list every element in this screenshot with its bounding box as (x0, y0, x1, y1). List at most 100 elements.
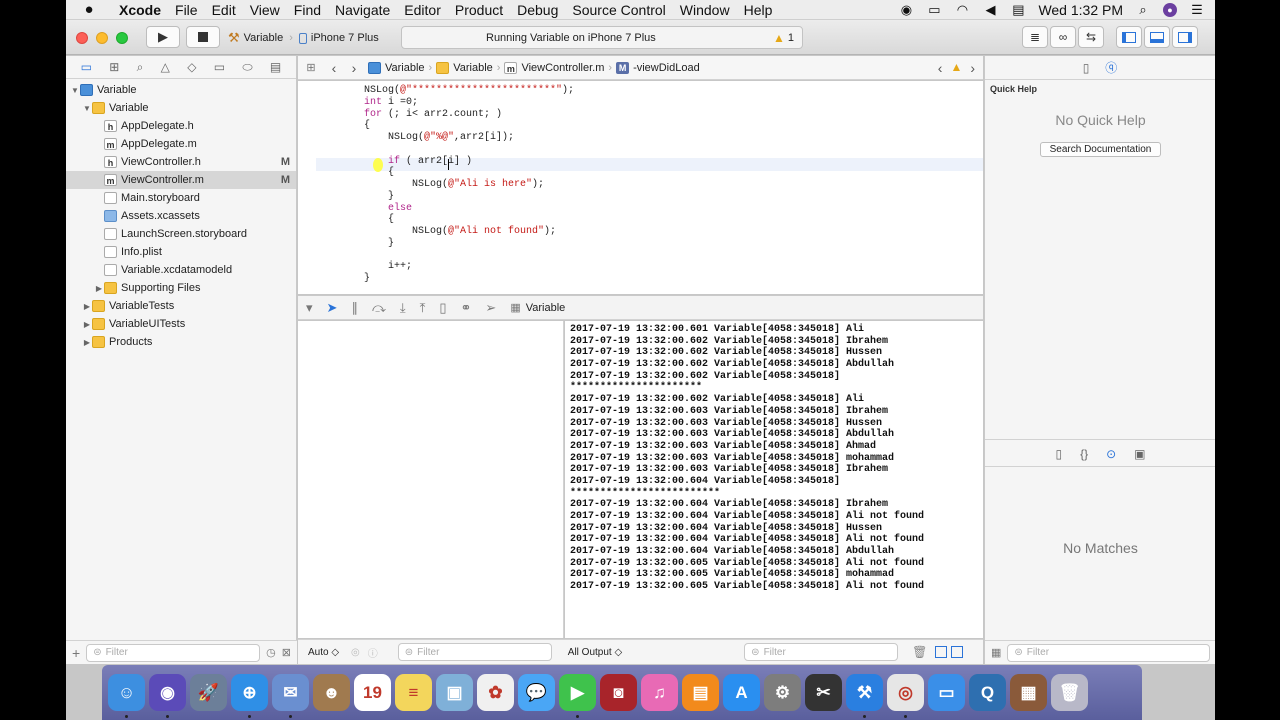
dock-app-store-icon[interactable]: A (723, 674, 760, 711)
tree-row[interactable]: LaunchScreen.storyboard (66, 225, 296, 243)
dock-xcode-icon[interactable]: ⚒ (846, 674, 883, 718)
recent-files-icon[interactable]: ◷ (266, 646, 276, 659)
dock-trash-icon[interactable]: 🗑 (1051, 674, 1088, 711)
issue-tab-icon[interactable]: △ (161, 60, 170, 74)
menu-product[interactable]: Product (448, 2, 510, 18)
media-library-icon[interactable]: ▣ (1134, 447, 1145, 461)
zoom-window-button[interactable] (116, 32, 128, 44)
test-tab-icon[interactable]: ◇ (187, 60, 196, 74)
dock-calendar-icon[interactable]: 19 (354, 674, 391, 711)
view-hierarchy-icon[interactable]: ▯ (439, 300, 446, 316)
spotlight-search-icon[interactable]: ⌕ (1135, 2, 1151, 17)
quick-help-icon[interactable]: ⓠ (1105, 59, 1117, 76)
variables-filter-field[interactable]: ⊜ Filter (397, 643, 552, 661)
breakpoint-tab-icon[interactable]: ⬭ (242, 60, 252, 75)
dock-contacts-icon[interactable]: ☻ (313, 674, 350, 711)
menu-view[interactable]: View (243, 2, 287, 18)
run-button[interactable]: ▶ (146, 26, 180, 48)
file-inspector-icon[interactable]: ▯ (1083, 61, 1090, 75)
close-window-button[interactable] (76, 32, 88, 44)
tree-row[interactable]: ▶ Supporting Files (66, 279, 296, 297)
menu-window[interactable]: Window (673, 2, 737, 18)
tree-row[interactable]: m ViewController.m M (66, 171, 296, 189)
step-into-icon[interactable]: ⤓ (400, 300, 406, 316)
version-editor-button[interactable]: ⇆ (1078, 26, 1104, 48)
menu-help[interactable]: Help (737, 2, 780, 18)
console-output[interactable]: 2017-07-19 13:32:00.601 Variable[4058:34… (565, 321, 983, 638)
grid-view-icon[interactable]: ▦ (991, 646, 1001, 659)
toggle-debug-area-button[interactable] (1144, 26, 1170, 48)
airplay-icon[interactable]: ▭ (926, 2, 942, 17)
disclosure-open-icon[interactable]: ▼ (70, 86, 80, 95)
tree-row[interactable]: Main.storyboard (66, 189, 296, 207)
menu-file[interactable]: File (168, 2, 205, 18)
console-output-popup[interactable]: All Output ◇ (568, 647, 622, 658)
standard-editor-button[interactable]: ≣ (1022, 26, 1048, 48)
dock-launchpad-icon[interactable]: 🚀 (190, 674, 227, 711)
show-variables-icon[interactable] (935, 646, 948, 658)
warning-indicator[interactable]: ▲ 1 (773, 31, 794, 45)
dock-preview-icon[interactable]: ▣ (436, 674, 473, 711)
forward-arrow-icon[interactable]: › (344, 60, 364, 76)
dock-photo-booth-icon[interactable]: ◙ (600, 674, 637, 711)
dock-final-cut-pro-icon[interactable]: ✂ (805, 674, 842, 711)
breakpoints-toggle-icon[interactable]: ➤ (327, 300, 338, 316)
search-documentation-button[interactable]: Search Documentation (1040, 142, 1161, 157)
notification-center-icon[interactable]: ☰ (1189, 2, 1205, 17)
menu-navigate[interactable]: Navigate (328, 2, 397, 18)
tree-row[interactable]: ▶ VariableTests (66, 297, 296, 315)
dock-facetime-icon[interactable]: ▶ (559, 674, 596, 718)
jump-crumb-method[interactable]: M -viewDidLoad (612, 61, 704, 74)
volume-icon[interactable]: ◀ (982, 2, 998, 17)
jump-crumb-file[interactable]: m ViewController.m (500, 61, 608, 74)
tree-row[interactable]: Assets.xcassets (66, 207, 296, 225)
pause-icon[interactable]: ∥ (351, 300, 358, 316)
dock-ibooks-icon[interactable]: ▤ (682, 674, 719, 711)
object-library-icon[interactable]: ⊙ (1106, 447, 1116, 461)
info-icon[interactable]: ⓘ (368, 645, 378, 660)
user-avatar-icon[interactable]: ● (1163, 2, 1177, 17)
variables-view[interactable] (298, 321, 564, 638)
tree-row[interactable]: ▼ Variable (66, 99, 296, 117)
tree-row[interactable]: ▼ Variable (66, 81, 296, 99)
step-out-icon[interactable]: ⤒ (420, 300, 426, 316)
symbol-tab-icon[interactable]: ⌕ (137, 60, 144, 75)
input-source-flag-icon[interactable]: ▤ (1010, 2, 1026, 17)
disclosure-closed-icon[interactable]: ▶ (82, 320, 92, 329)
code-snippet-icon[interactable]: {} (1080, 447, 1088, 461)
source-control-tab-icon[interactable]: ⊞ (109, 60, 119, 74)
file-template-icon[interactable]: ▯ (1055, 447, 1062, 461)
menu-source-control[interactable]: Source Control (565, 2, 672, 18)
record-icon[interactable]: ◉ (898, 2, 914, 17)
hide-debug-area-icon[interactable]: ▾ (306, 300, 313, 316)
dock-siri-icon[interactable]: ◉ (149, 674, 186, 718)
next-issue-icon[interactable]: › (970, 60, 975, 76)
report-tab-icon[interactable]: ▤ (270, 60, 281, 74)
dock-messages-icon[interactable]: 💬 (518, 674, 555, 711)
menu-edit[interactable]: Edit (205, 2, 243, 18)
dock-finder-icon[interactable]: ☺ (108, 674, 145, 718)
process-selector[interactable]: ▦ Variable (510, 301, 565, 315)
assistant-editor-button[interactable]: ∞ (1050, 26, 1076, 48)
folder-tab-icon[interactable]: ▭ (81, 60, 92, 74)
variables-scope-popup[interactable]: Auto ◇ (308, 647, 339, 658)
step-over-icon[interactable]: ⤼ (372, 300, 386, 316)
tree-row[interactable]: m AppDelegate.m (66, 135, 296, 153)
tree-row[interactable]: Variable.xcdatamodeld (66, 261, 296, 279)
jump-crumb-project[interactable]: Variable (364, 61, 429, 74)
previous-issue-icon[interactable]: ‹ (938, 60, 943, 76)
related-items-icon[interactable]: ⊞ (298, 61, 324, 74)
tree-row[interactable]: h AppDelegate.h (66, 117, 296, 135)
dock-itunes-icon[interactable]: ♫ (641, 674, 678, 711)
toggle-utilities-button[interactable] (1172, 26, 1198, 48)
memory-graph-icon[interactable]: ⚭ (461, 300, 472, 316)
location-icon[interactable]: ➢ (485, 300, 496, 316)
tree-row[interactable]: h ViewController.h M (66, 153, 296, 171)
source-editor[interactable]: NSLog(@"************************"); int … (298, 81, 983, 294)
dock-quicktime-icon[interactable]: Q (969, 674, 1006, 711)
warning-icon[interactable]: ▲ (950, 60, 962, 76)
menu-clock[interactable]: Wed 1:32 PM (1038, 2, 1123, 18)
menu-editor[interactable]: Editor (397, 2, 448, 18)
menu-debug[interactable]: Debug (510, 2, 565, 18)
minimize-window-button[interactable] (96, 32, 108, 44)
